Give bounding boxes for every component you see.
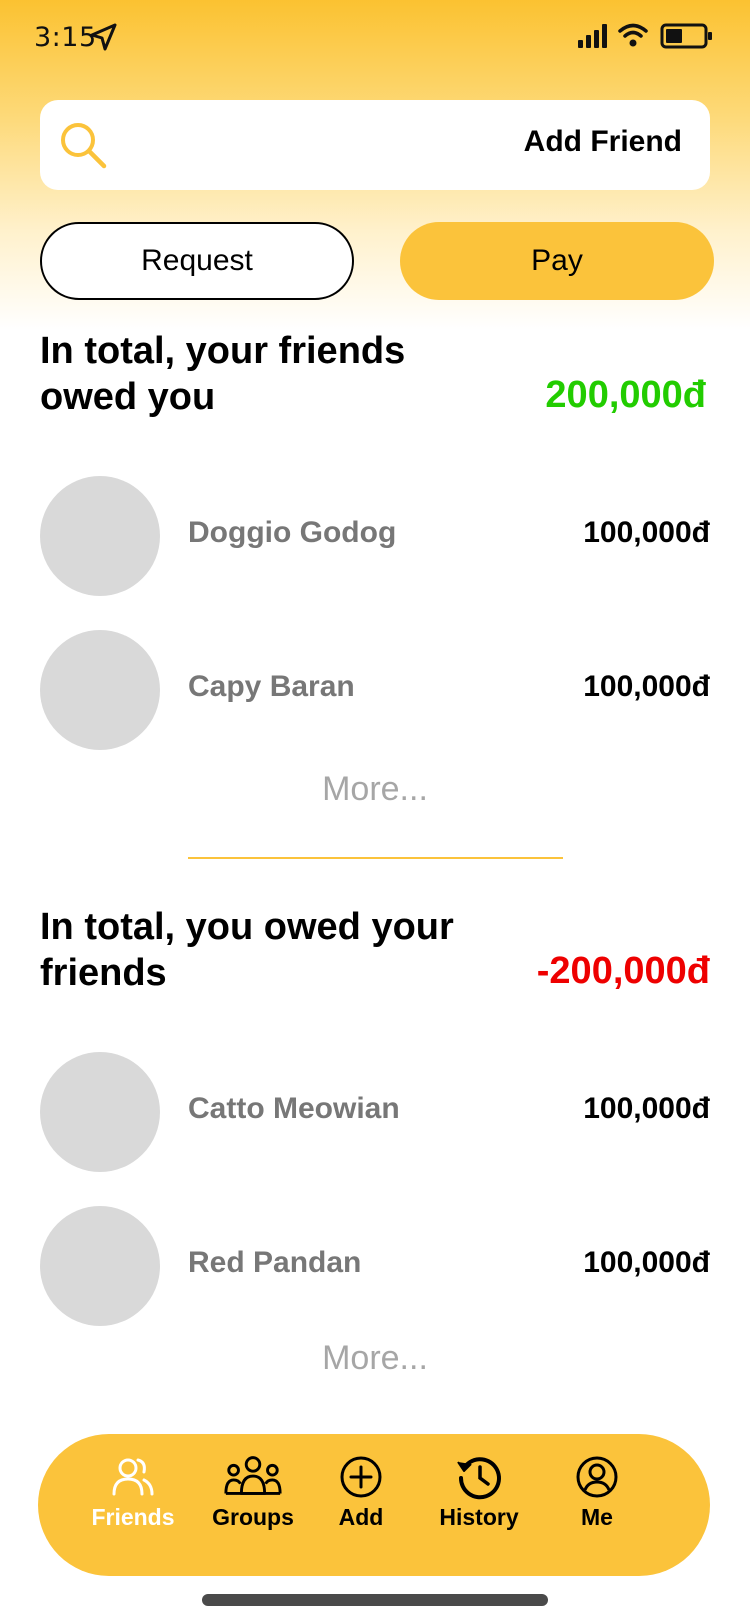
add-friend-button[interactable]: Add Friend	[524, 125, 682, 159]
more-you-owe-link[interactable]: More...	[0, 1339, 750, 1378]
cellular-signal-icon	[578, 24, 607, 48]
nav-groups[interactable]: Groups	[198, 1454, 308, 1531]
location-arrow-icon	[90, 23, 117, 51]
friend-name: Doggio Godog	[188, 516, 397, 549]
friend-row[interactable]: Red Pandan 100,000đ	[40, 1206, 710, 1326]
history-icon	[457, 1457, 501, 1500]
friend-amount: 100,000đ	[583, 516, 710, 549]
battery-icon	[660, 23, 712, 49]
friend-row[interactable]: Doggio Godog 100,000đ	[40, 476, 710, 596]
friend-row[interactable]: Capy Baran 100,000đ	[40, 630, 710, 750]
friend-amount: 100,000đ	[583, 1092, 710, 1125]
avatar	[40, 476, 160, 596]
friend-row[interactable]: Catto Meowian 100,000đ	[40, 1052, 710, 1172]
profile-icon	[576, 1456, 618, 1498]
you-owe-total: -200,000đ	[536, 950, 710, 992]
friend-name: Red Pandan	[188, 1246, 362, 1279]
nav-history[interactable]: History	[424, 1454, 534, 1531]
friend-name: Catto Meowian	[188, 1092, 400, 1125]
nav-label: Friends	[91, 1504, 175, 1530]
nav-friends[interactable]: Friends	[78, 1454, 188, 1531]
friends-icon	[112, 1458, 154, 1496]
more-owed-to-you-link[interactable]: More...	[0, 770, 750, 809]
avatar	[40, 630, 160, 750]
avatar	[40, 1052, 160, 1172]
friend-amount: 100,000đ	[583, 1246, 710, 1279]
request-button[interactable]: Request	[40, 222, 354, 300]
friend-amount: 100,000đ	[583, 670, 710, 703]
nav-label: History	[439, 1504, 519, 1530]
nav-label: Add	[338, 1504, 384, 1530]
add-circle-icon	[340, 1456, 382, 1498]
nav-me[interactable]: Me	[542, 1454, 652, 1531]
search-input[interactable]	[120, 120, 500, 170]
search-bar: Add Friend	[40, 100, 710, 190]
status-bar: 3:15	[0, 0, 750, 80]
search-icon[interactable]	[58, 120, 108, 170]
pay-button[interactable]: Pay	[400, 222, 714, 300]
owed-to-you-title: In total, your friends owed you	[40, 330, 406, 418]
bottom-nav: Friends Groups Add History Me	[38, 1434, 710, 1576]
owed-to-you-total: 200,000đ	[545, 374, 706, 416]
friend-name: Capy Baran	[188, 670, 355, 703]
wifi-icon	[618, 23, 648, 47]
home-indicator	[202, 1594, 548, 1606]
you-owe-title: In total, you owed your friends	[40, 906, 454, 994]
nav-label: Groups	[212, 1504, 294, 1530]
nav-add[interactable]: Add	[306, 1454, 416, 1531]
section-divider	[188, 857, 563, 859]
groups-icon	[224, 1456, 282, 1495]
avatar	[40, 1206, 160, 1326]
nav-label: Me	[581, 1504, 613, 1530]
